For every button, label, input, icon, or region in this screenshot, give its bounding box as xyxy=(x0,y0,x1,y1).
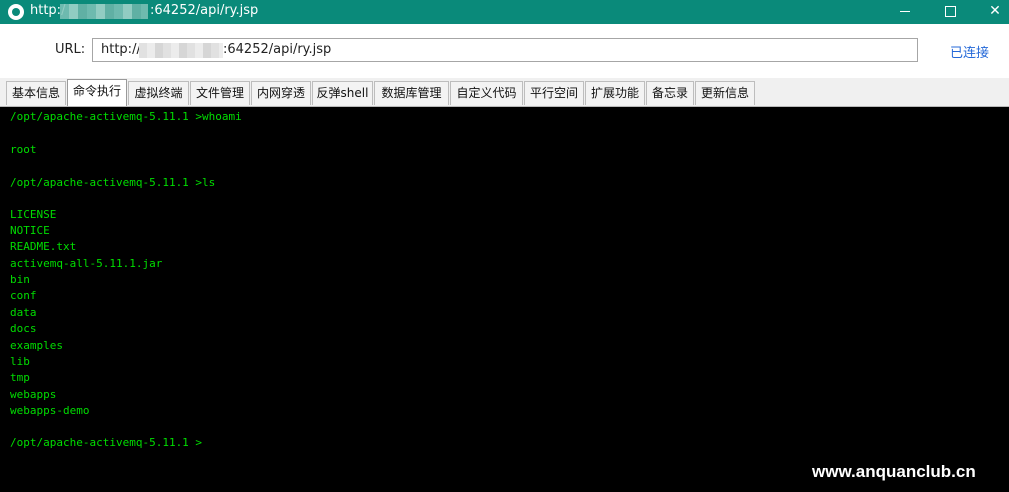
terminal-line: bin xyxy=(10,273,30,286)
tab-intranet-tunnel[interactable]: 内网穿透 xyxy=(251,81,311,105)
tab-reverse-shell[interactable]: 反弹shell xyxy=(312,81,373,105)
tab-database-manager[interactable]: 数据库管理 xyxy=(374,81,449,105)
tab-virtual-terminal[interactable]: 虚拟终端 xyxy=(128,81,189,105)
tab-basic-info[interactable]: 基本信息 xyxy=(6,81,66,105)
close-icon: ✕ xyxy=(989,3,1001,19)
terminal-line: webapps xyxy=(10,388,57,401)
watermark: www.anquanclub.cn xyxy=(812,462,976,481)
terminal-line: webapps-demo xyxy=(10,404,90,417)
terminal-line: docs xyxy=(10,322,37,335)
terminal-line: README.txt xyxy=(10,240,77,253)
url-bar: URL: http:// :64252/api/ry.jsp 已连接 xyxy=(0,24,1009,78)
tab-parallel-space[interactable]: 平行空间 xyxy=(524,81,584,105)
redacted-host xyxy=(60,4,148,19)
tab-file-manager[interactable]: 文件管理 xyxy=(190,81,250,105)
tab-custom-code[interactable]: 自定义代码 xyxy=(450,81,523,105)
url-value-prefix: http:// xyxy=(101,42,141,57)
tab-update-info[interactable]: 更新信息 xyxy=(695,81,755,105)
terminal-line: lib xyxy=(10,355,30,368)
title-bar: http:/ :64252/api/ry.jsp ✕ xyxy=(0,0,1009,24)
terminal-line: /opt/apache-activemq-5.11.1 >ls xyxy=(10,176,216,189)
connection-status[interactable]: 已连接 xyxy=(950,42,989,61)
window-title-suffix: :64252/api/ry.jsp xyxy=(150,3,259,18)
terminal-line: tmp xyxy=(10,371,30,384)
globe-icon xyxy=(8,4,24,20)
terminal-line: NOTICE xyxy=(10,224,50,237)
terminal-line: examples xyxy=(10,339,63,352)
tab-bar: 基本信息 命令执行 虚拟终端 文件管理 内网穿透 反弹shell 数据库管理 自… xyxy=(0,78,1009,107)
terminal-line: root xyxy=(10,143,37,156)
terminal-line: data xyxy=(10,306,37,319)
maximize-icon xyxy=(944,5,956,17)
terminal-line: /opt/apache-activemq-5.11.1 > xyxy=(10,436,203,449)
minimize-icon xyxy=(900,10,910,12)
url-input[interactable]: http:// :64252/api/ry.jsp xyxy=(92,38,918,62)
terminal-line: activemq-all-5.11.1.jar xyxy=(10,257,163,270)
tab-extensions[interactable]: 扩展功能 xyxy=(585,81,645,105)
maximize-button[interactable] xyxy=(930,0,970,24)
terminal-line: /opt/apache-activemq-5.11.1 >whoami xyxy=(10,110,242,123)
tab-command-exec[interactable]: 命令执行 xyxy=(67,79,127,106)
close-button[interactable]: ✕ xyxy=(975,0,1009,24)
redacted-host xyxy=(139,43,223,58)
terminal-output[interactable]: /opt/apache-activemq-5.11.1 >whoami root… xyxy=(0,107,1009,492)
url-value-suffix: :64252/api/ry.jsp xyxy=(223,42,332,57)
url-label: URL: xyxy=(55,42,86,57)
terminal-line: conf xyxy=(10,289,37,302)
minimize-button[interactable] xyxy=(885,0,925,24)
tab-memo[interactable]: 备忘录 xyxy=(646,81,694,105)
terminal-line: LICENSE xyxy=(10,208,57,221)
